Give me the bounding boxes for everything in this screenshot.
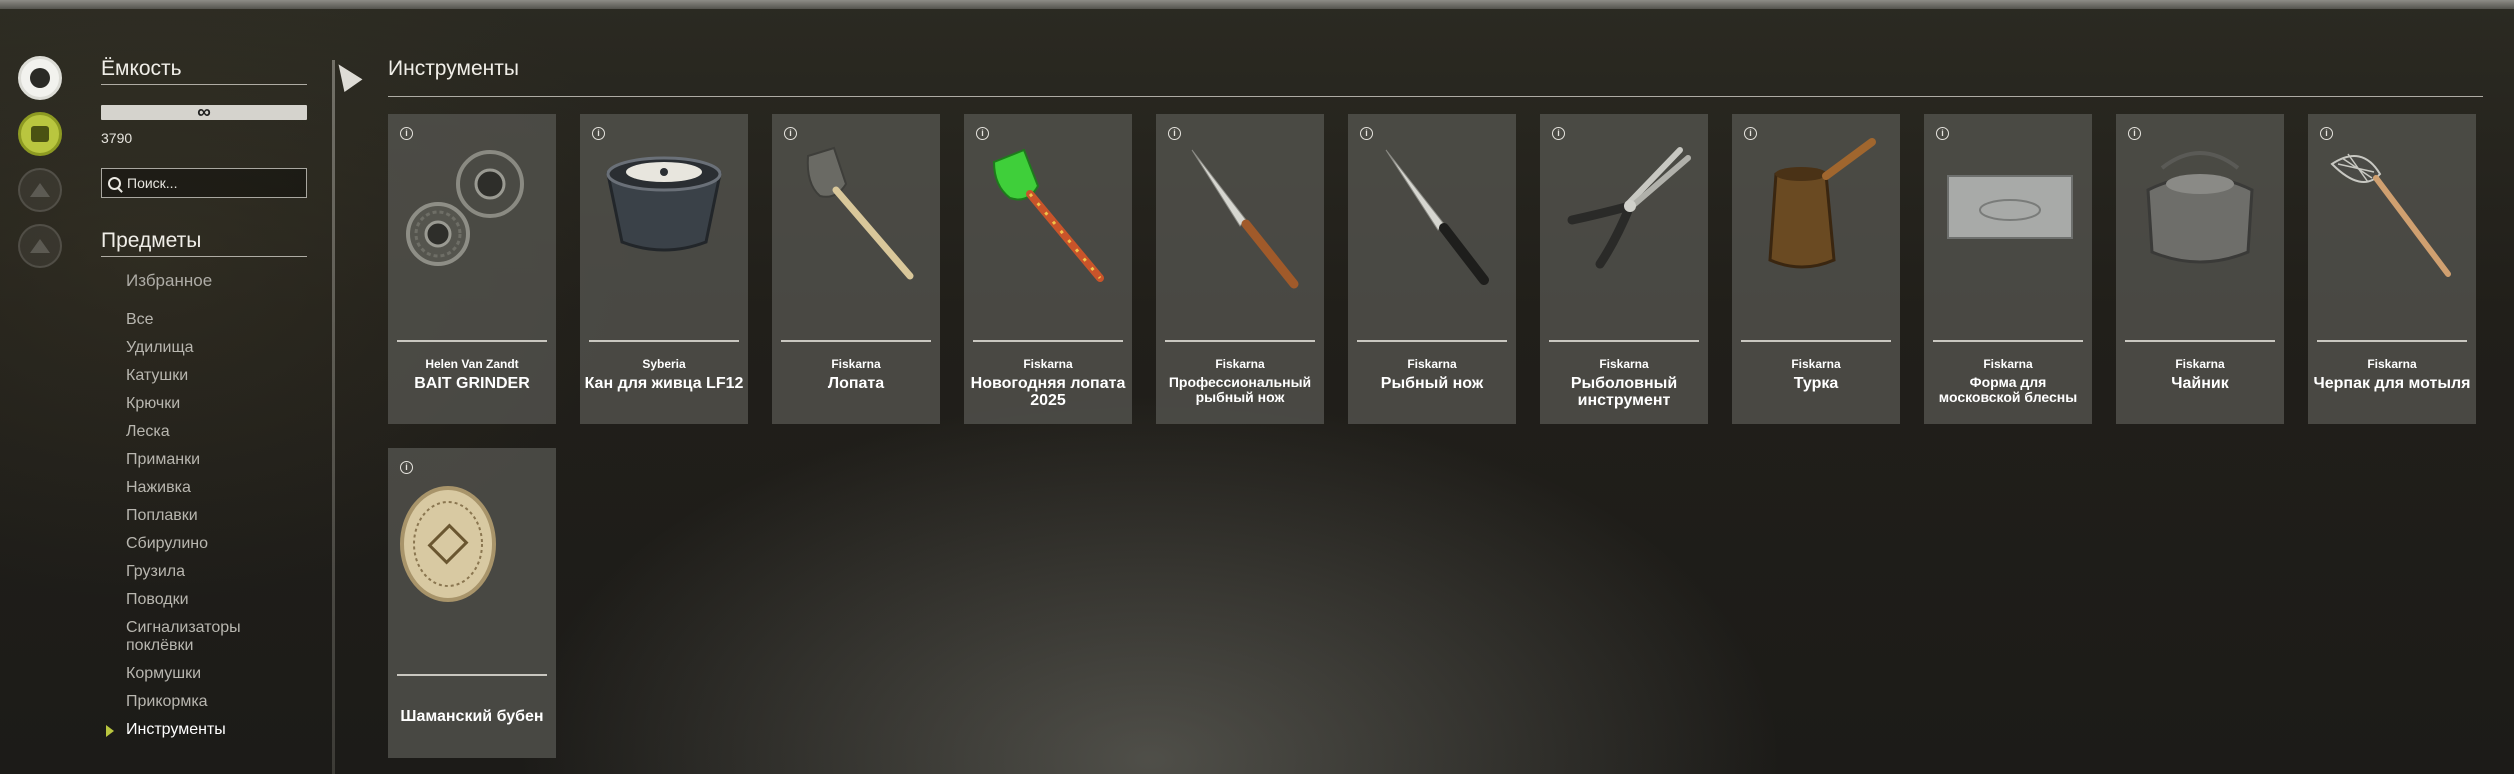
boat-icon[interactable] [18, 168, 62, 212]
item-brand: Fiskarna [1215, 357, 1265, 371]
scoop-icon [2318, 134, 2466, 334]
item-name: Форма для московской блесны [1938, 374, 2078, 405]
item-name: Кан для живца LF12 [584, 375, 744, 392]
category-item-lures[interactable]: Приманки [126, 451, 307, 469]
home-icon[interactable] [18, 224, 62, 268]
capacity-bar-value: ∞ [197, 102, 211, 123]
item-name: Рыбный нож [1380, 375, 1484, 392]
item-brand: Syberia [642, 357, 686, 371]
item-name: Рыболовный инструмент [1570, 375, 1678, 409]
selected-arrow-icon [106, 725, 114, 737]
item-card[interactable]: i Fiskarna Черпак для мотыля [2308, 114, 2476, 424]
item-card[interactable]: i Fiskarna Форма для московской блесны [1924, 114, 2092, 424]
item-card[interactable]: i Fiskarna Профессиональный рыбный нож [1156, 114, 1324, 424]
shaman-drum-icon [398, 468, 546, 668]
card-divider [397, 674, 547, 676]
top-bar [0, 0, 2514, 9]
item-brand: Fiskarna [1599, 357, 1649, 371]
turka-icon [1742, 134, 1890, 334]
item-brand: Fiskarna [1791, 357, 1841, 371]
capacity-count: 3790 [101, 130, 133, 146]
item-name: BAIT GRINDER [414, 375, 530, 392]
item-card[interactable]: i Fiskarna Турка [1732, 114, 1900, 424]
item-brand: Fiskarna [2175, 357, 2225, 371]
category-item-label: Инструменты [126, 721, 226, 738]
card-divider [2317, 340, 2467, 342]
category-item-feeders[interactable]: Кормушки [126, 665, 307, 683]
card-divider [1357, 340, 1507, 342]
kettle-icon [2126, 134, 2274, 334]
search-box[interactable] [101, 168, 307, 198]
card-divider [1165, 340, 1315, 342]
category-item-sbirulino[interactable]: Сбирулино [126, 535, 307, 553]
item-card[interactable]: i Syberia Кан для живца LF12 [580, 114, 748, 424]
category-item-sinkers[interactable]: Грузила [126, 563, 307, 581]
bait-bucket-icon [590, 134, 738, 334]
pro-fish-knife-icon [1166, 134, 1314, 334]
item-card[interactable]: i Helen Van Zandt BAIT GRINDER [388, 114, 556, 424]
mode-rail [18, 56, 64, 280]
item-name: Турка [1793, 375, 1839, 392]
page-title: Инструменты [388, 57, 519, 80]
card-divider [1933, 340, 2083, 342]
divider [101, 256, 307, 257]
item-brand: Fiskarna [1407, 357, 1457, 371]
divider [101, 84, 307, 85]
search-icon [108, 176, 121, 190]
item-card[interactable]: i Fiskarna Чайник [2116, 114, 2284, 424]
fish-knife-icon [1358, 134, 1506, 334]
item-card[interactable]: i Шаманский бубен [388, 448, 556, 758]
item-name: Чайник [2171, 375, 2229, 392]
capacity-bar: ∞ [101, 102, 307, 123]
category-item-leaders[interactable]: Поводки [126, 591, 307, 609]
left-panel: Ёмкость ∞ 3790 Предметы Избранное Все Уд… [101, 54, 307, 749]
item-brand: Fiskarna [1983, 357, 2033, 371]
items-section-title: Предметы [101, 229, 202, 252]
category-item-bait[interactable]: Наживка [126, 479, 307, 497]
item-name: Лопата [827, 375, 885, 392]
shovel-icon [782, 134, 930, 334]
category-item-all[interactable]: Все [126, 311, 307, 329]
tackle-icon[interactable] [18, 112, 62, 156]
item-name: Профессиональный рыбный нож [1168, 374, 1312, 405]
bait-grinder-icon [398, 134, 546, 334]
category-item-bite-alarms[interactable]: Сигнализаторы поклёвки [126, 619, 266, 655]
search-input[interactable] [125, 174, 299, 192]
panel-splitter [332, 60, 335, 774]
item-card[interactable]: i Fiskarna Рыболовный инструмент [1540, 114, 1708, 424]
category-list: Все Удилища Катушки Крючки Леска Приманк… [101, 311, 307, 739]
item-name: Новогодняя лопата 2025 [970, 375, 1126, 409]
favorites-item[interactable]: Избранное [126, 271, 307, 295]
card-divider [1549, 340, 1699, 342]
pliers-icon [1550, 134, 1698, 334]
category-item-line[interactable]: Леска [126, 423, 307, 441]
card-divider [1741, 340, 1891, 342]
fish-icon[interactable] [18, 56, 62, 100]
category-item-floats[interactable]: Поплавки [126, 507, 307, 525]
category-item-tools[interactable]: Инструменты [106, 721, 307, 739]
lure-mold-icon [1934, 134, 2082, 334]
category-item-rods[interactable]: Удилища [126, 339, 307, 357]
divider [388, 96, 2483, 97]
category-item-reels[interactable]: Катушки [126, 367, 307, 385]
item-brand: Fiskarna [831, 357, 881, 371]
card-divider [973, 340, 1123, 342]
category-item-groundbait[interactable]: Прикормка [126, 693, 307, 711]
card-divider [781, 340, 931, 342]
item-card[interactable]: i Fiskarna Новогодняя лопата 2025 [964, 114, 1132, 424]
item-name: Черпак для мотыля [2313, 375, 2471, 392]
capacity-title: Ёмкость [101, 57, 182, 80]
item-name: Шаманский бубен [400, 708, 544, 725]
card-divider [589, 340, 739, 342]
item-card[interactable]: i Fiskarna Лопата [772, 114, 940, 424]
green-shovel-icon [974, 134, 1122, 334]
item-card[interactable]: i Fiskarna Рыбный нож [1348, 114, 1516, 424]
category-item-hooks[interactable]: Крючки [126, 395, 307, 413]
item-brand: Helen Van Zandt [425, 357, 519, 371]
card-divider [397, 340, 547, 342]
item-brand: Fiskarna [1023, 357, 1073, 371]
card-divider [2125, 340, 2275, 342]
item-brand: Fiskarna [2367, 357, 2417, 371]
